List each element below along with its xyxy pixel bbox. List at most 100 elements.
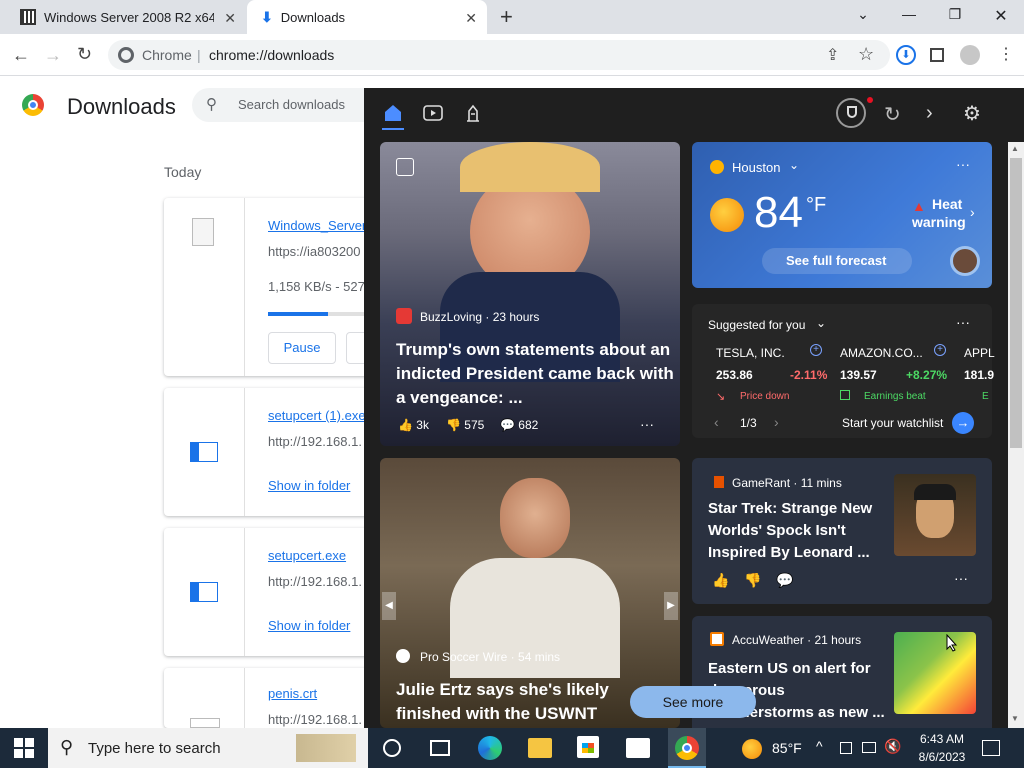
chevron-down-icon[interactable]: ⌄ (789, 158, 799, 172)
file-url: http://192.168.1. (268, 712, 362, 727)
stocks-title[interactable]: Suggested for you (708, 318, 805, 332)
settings-gear-icon[interactable]: ⚙ (963, 101, 981, 126)
volume-mute-icon[interactable]: 🔇 (884, 738, 901, 755)
news-card-gamerant[interactable]: GameRant · 11 mins Star Trek: Strange Ne… (692, 458, 992, 604)
dislike-icon[interactable]: 👎 (744, 572, 761, 589)
search-placeholder: Type here to search (88, 740, 221, 757)
chevron-up-icon[interactable]: ^ (816, 738, 823, 754)
next-page-icon[interactable]: › (774, 414, 779, 430)
minimize-button[interactable]: — (897, 6, 921, 26)
see-more-button[interactable]: See more (630, 686, 756, 718)
taskbar-time[interactable]: 6:43 AM (914, 732, 970, 746)
trend-down-icon: ↘ (716, 391, 726, 403)
chrome-taskbar-button[interactable] (668, 728, 706, 768)
chevron-down-icon[interactable]: ⌄ (816, 316, 826, 330)
back-button[interactable]: ← (12, 45, 30, 66)
taskbar-date[interactable]: 8/6/2023 (914, 750, 970, 764)
tab-downloads[interactable]: ⬇ Downloads ✕ (247, 0, 487, 34)
arrow-right-icon[interactable]: → (952, 412, 974, 434)
add-watchlist-icon[interactable]: + (934, 344, 946, 356)
home-icon[interactable] (382, 102, 408, 130)
mail-icon[interactable] (626, 738, 650, 758)
weather-sun-icon[interactable] (742, 739, 762, 759)
restore-button[interactable]: ❐ (943, 6, 967, 26)
rewards-trophy-icon[interactable] (836, 98, 866, 128)
edge-icon[interactable] (478, 736, 502, 760)
show-in-folder-link[interactable]: Show in folder (268, 478, 350, 493)
like-icon[interactable]: 👍 (712, 572, 729, 589)
more-options-icon[interactable]: ··· (956, 314, 970, 330)
weather-city[interactable]: Houston (732, 160, 780, 175)
chevron-right-icon[interactable]: › (970, 204, 975, 220)
video-icon[interactable] (422, 102, 448, 126)
more-options-icon[interactable]: ··· (956, 156, 970, 172)
windows-start-icon[interactable] (14, 738, 34, 758)
scroll-up-icon[interactable]: ▲ (1011, 144, 1019, 153)
profile-avatar[interactable] (960, 45, 980, 65)
tab-search-chevron-icon[interactable]: ⌄ (851, 6, 875, 26)
add-watchlist-icon[interactable]: + (810, 344, 822, 356)
file-name-link[interactable]: Windows_Server (268, 218, 366, 233)
file-explorer-icon[interactable] (528, 738, 552, 758)
more-options-icon[interactable]: ··· (640, 416, 654, 432)
carousel-next-icon[interactable]: ▶ (664, 592, 678, 620)
alert-line2[interactable]: warning (912, 214, 966, 230)
close-tab-icon[interactable]: ✕ (224, 10, 236, 27)
comment-button[interactable]: 💬 682 (500, 418, 538, 432)
side-panel-icon[interactable] (930, 48, 944, 62)
games-icon[interactable] (462, 102, 488, 126)
stock-name[interactable]: TESLA, INC. (716, 346, 785, 360)
gamerant-logo-icon (714, 476, 724, 488)
forward-button[interactable]: → (44, 45, 62, 66)
new-tab-button[interactable]: + (500, 4, 513, 30)
notifications-icon[interactable] (982, 740, 1000, 756)
stock-note: Price down (740, 391, 790, 402)
scroll-down-icon[interactable]: ▼ (1011, 714, 1019, 723)
news-card-soccer[interactable]: ◀ ▶ Pro Soccer Wire · 54 mins Julie Ertz… (380, 458, 680, 728)
news-card-trump[interactable]: BuzzLoving · 23 hours Trump's own statem… (380, 142, 680, 446)
carousel-prev-icon[interactable]: ◀ (382, 592, 396, 620)
like-button[interactable]: 👍 3k (398, 418, 429, 432)
stock-change: -2.11% (790, 368, 828, 382)
tray-app-icon[interactable] (840, 742, 852, 754)
comment-icon[interactable]: 💬 (776, 572, 793, 589)
scrollbar-thumb[interactable] (1010, 158, 1022, 448)
search-placeholder: Search downloads (238, 97, 345, 112)
refresh-icon[interactable]: ↻ (884, 102, 901, 127)
weather-card[interactable]: Houston ⌄ ··· 84 °F ▲ Heat warning › See… (692, 142, 992, 288)
tab-windows-server[interactable]: Windows Server 2008 R2 x64.iso ✕ (8, 0, 246, 34)
dislike-button[interactable]: 👎 575 (446, 418, 484, 432)
file-name-link[interactable]: setupcert.exe (268, 548, 346, 563)
news-headline[interactable]: Star Trek: Strange New Worlds' Spock Isn… (708, 498, 886, 564)
taskbar-weather[interactable]: 85°F (772, 740, 802, 756)
file-name-link[interactable]: setupcert (1).exe (268, 408, 366, 423)
chevron-right-icon[interactable]: › (926, 102, 933, 125)
reload-button[interactable]: ↻ (77, 44, 92, 65)
news-source: AccuWeather · 21 hours (732, 633, 862, 647)
prev-page-icon[interactable]: ‹ (714, 414, 719, 430)
pause-button[interactable]: Pause (268, 332, 336, 364)
bookmark-star-icon[interactable]: ☆ (858, 44, 874, 65)
news-source: GameRant · 11 mins (732, 476, 842, 490)
task-view-icon[interactable] (430, 740, 450, 756)
close-window-button[interactable]: ✕ (989, 6, 1013, 26)
share-icon[interactable]: ⇪ (826, 45, 839, 65)
menu-kebab-icon[interactable]: ⋮ (998, 44, 1014, 64)
alert-line1[interactable]: Heat (932, 196, 962, 212)
url-text[interactable]: chrome://downloads (209, 47, 334, 63)
search-downloads-input[interactable]: ⚲ Search downloads (192, 88, 382, 122)
cortana-icon[interactable] (383, 739, 401, 757)
close-tab-icon[interactable]: ✕ (465, 10, 477, 27)
stock-name[interactable]: AMAZON.CO... (840, 346, 923, 360)
network-icon[interactable] (862, 742, 876, 753)
taskbar-search-box[interactable]: ⚲ Type here to search (48, 728, 368, 768)
watchlist-link[interactable]: Start your watchlist (842, 416, 943, 430)
store-icon[interactable] (577, 736, 599, 758)
more-options-icon[interactable]: ··· (954, 570, 968, 586)
show-in-folder-link[interactable]: Show in folder (268, 618, 350, 633)
stock-name[interactable]: APPL (964, 346, 995, 360)
news-headline[interactable]: Trump's own statements about an indicted… (396, 338, 674, 410)
news-headline[interactable]: Julie Ertz says she's likely finished wi… (396, 678, 656, 726)
downloads-icon[interactable]: ⬇ (896, 45, 916, 65)
file-name-link[interactable]: penis.crt (268, 686, 317, 701)
